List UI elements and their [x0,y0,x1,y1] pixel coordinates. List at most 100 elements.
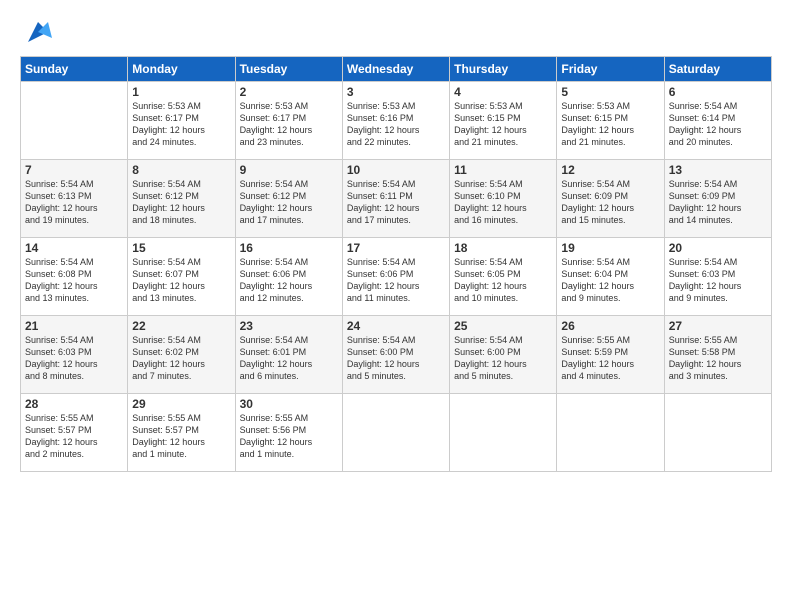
calendar-table: SundayMondayTuesdayWednesdayThursdayFrid… [20,56,772,472]
day-info: Sunrise: 5:55 AM Sunset: 5:57 PM Dayligh… [132,412,230,461]
day-info: Sunrise: 5:54 AM Sunset: 6:04 PM Dayligh… [561,256,659,305]
calendar-cell [557,394,664,472]
calendar-cell [664,394,771,472]
day-info: Sunrise: 5:53 AM Sunset: 6:15 PM Dayligh… [454,100,552,149]
day-info: Sunrise: 5:54 AM Sunset: 6:05 PM Dayligh… [454,256,552,305]
day-info: Sunrise: 5:53 AM Sunset: 6:17 PM Dayligh… [132,100,230,149]
day-info: Sunrise: 5:54 AM Sunset: 6:12 PM Dayligh… [132,178,230,227]
day-info: Sunrise: 5:54 AM Sunset: 6:14 PM Dayligh… [669,100,767,149]
day-number: 6 [669,85,767,99]
calendar-header-saturday: Saturday [664,57,771,82]
day-number: 22 [132,319,230,333]
day-number: 29 [132,397,230,411]
day-number: 23 [240,319,338,333]
logo-icon [24,18,52,46]
day-info: Sunrise: 5:55 AM Sunset: 5:58 PM Dayligh… [669,334,767,383]
day-number: 12 [561,163,659,177]
calendar-cell [342,394,449,472]
day-number: 20 [669,241,767,255]
day-info: Sunrise: 5:54 AM Sunset: 6:06 PM Dayligh… [347,256,445,305]
calendar-cell [21,82,128,160]
day-info: Sunrise: 5:54 AM Sunset: 6:07 PM Dayligh… [132,256,230,305]
day-info: Sunrise: 5:54 AM Sunset: 6:10 PM Dayligh… [454,178,552,227]
calendar-cell: 30Sunrise: 5:55 AM Sunset: 5:56 PM Dayli… [235,394,342,472]
day-number: 28 [25,397,123,411]
day-info: Sunrise: 5:54 AM Sunset: 6:09 PM Dayligh… [669,178,767,227]
calendar-cell: 23Sunrise: 5:54 AM Sunset: 6:01 PM Dayli… [235,316,342,394]
day-number: 21 [25,319,123,333]
day-number: 18 [454,241,552,255]
day-number: 24 [347,319,445,333]
day-info: Sunrise: 5:54 AM Sunset: 6:13 PM Dayligh… [25,178,123,227]
calendar-cell: 26Sunrise: 5:55 AM Sunset: 5:59 PM Dayli… [557,316,664,394]
calendar-cell: 15Sunrise: 5:54 AM Sunset: 6:07 PM Dayli… [128,238,235,316]
calendar-cell: 25Sunrise: 5:54 AM Sunset: 6:00 PM Dayli… [450,316,557,394]
day-number: 30 [240,397,338,411]
day-number: 16 [240,241,338,255]
day-number: 5 [561,85,659,99]
calendar-cell: 12Sunrise: 5:54 AM Sunset: 6:09 PM Dayli… [557,160,664,238]
day-number: 10 [347,163,445,177]
day-info: Sunrise: 5:54 AM Sunset: 6:08 PM Dayligh… [25,256,123,305]
day-info: Sunrise: 5:54 AM Sunset: 6:01 PM Dayligh… [240,334,338,383]
calendar-cell: 13Sunrise: 5:54 AM Sunset: 6:09 PM Dayli… [664,160,771,238]
calendar-cell: 11Sunrise: 5:54 AM Sunset: 6:10 PM Dayli… [450,160,557,238]
calendar-cell: 8Sunrise: 5:54 AM Sunset: 6:12 PM Daylig… [128,160,235,238]
calendar-cell: 1Sunrise: 5:53 AM Sunset: 6:17 PM Daylig… [128,82,235,160]
day-number: 13 [669,163,767,177]
day-info: Sunrise: 5:54 AM Sunset: 6:03 PM Dayligh… [25,334,123,383]
calendar-cell: 7Sunrise: 5:54 AM Sunset: 6:13 PM Daylig… [21,160,128,238]
calendar-header-thursday: Thursday [450,57,557,82]
day-number: 7 [25,163,123,177]
day-info: Sunrise: 5:55 AM Sunset: 5:56 PM Dayligh… [240,412,338,461]
day-number: 17 [347,241,445,255]
calendar-cell: 10Sunrise: 5:54 AM Sunset: 6:11 PM Dayli… [342,160,449,238]
day-info: Sunrise: 5:54 AM Sunset: 6:11 PM Dayligh… [347,178,445,227]
logo [20,18,52,46]
calendar-cell: 28Sunrise: 5:55 AM Sunset: 5:57 PM Dayli… [21,394,128,472]
day-number: 25 [454,319,552,333]
day-number: 9 [240,163,338,177]
calendar-cell: 16Sunrise: 5:54 AM Sunset: 6:06 PM Dayli… [235,238,342,316]
day-number: 27 [669,319,767,333]
calendar-cell: 20Sunrise: 5:54 AM Sunset: 6:03 PM Dayli… [664,238,771,316]
calendar-header-row: SundayMondayTuesdayWednesdayThursdayFrid… [21,57,772,82]
page: SundayMondayTuesdayWednesdayThursdayFrid… [0,0,792,612]
day-number: 4 [454,85,552,99]
calendar-row: 21Sunrise: 5:54 AM Sunset: 6:03 PM Dayli… [21,316,772,394]
calendar-row: 7Sunrise: 5:54 AM Sunset: 6:13 PM Daylig… [21,160,772,238]
day-info: Sunrise: 5:55 AM Sunset: 5:57 PM Dayligh… [25,412,123,461]
day-info: Sunrise: 5:55 AM Sunset: 5:59 PM Dayligh… [561,334,659,383]
day-number: 2 [240,85,338,99]
calendar-cell: 29Sunrise: 5:55 AM Sunset: 5:57 PM Dayli… [128,394,235,472]
day-number: 26 [561,319,659,333]
calendar-cell: 6Sunrise: 5:54 AM Sunset: 6:14 PM Daylig… [664,82,771,160]
header [20,18,772,46]
day-number: 1 [132,85,230,99]
calendar-row: 14Sunrise: 5:54 AM Sunset: 6:08 PM Dayli… [21,238,772,316]
calendar-header-monday: Monday [128,57,235,82]
day-info: Sunrise: 5:54 AM Sunset: 6:02 PM Dayligh… [132,334,230,383]
calendar-cell: 4Sunrise: 5:53 AM Sunset: 6:15 PM Daylig… [450,82,557,160]
day-number: 8 [132,163,230,177]
day-number: 3 [347,85,445,99]
day-info: Sunrise: 5:54 AM Sunset: 6:06 PM Dayligh… [240,256,338,305]
calendar-cell: 24Sunrise: 5:54 AM Sunset: 6:00 PM Dayli… [342,316,449,394]
calendar-header-wednesday: Wednesday [342,57,449,82]
day-info: Sunrise: 5:54 AM Sunset: 6:00 PM Dayligh… [454,334,552,383]
day-info: Sunrise: 5:54 AM Sunset: 6:09 PM Dayligh… [561,178,659,227]
calendar-cell: 5Sunrise: 5:53 AM Sunset: 6:15 PM Daylig… [557,82,664,160]
calendar-row: 28Sunrise: 5:55 AM Sunset: 5:57 PM Dayli… [21,394,772,472]
calendar-cell: 9Sunrise: 5:54 AM Sunset: 6:12 PM Daylig… [235,160,342,238]
day-info: Sunrise: 5:53 AM Sunset: 6:16 PM Dayligh… [347,100,445,149]
calendar-cell: 19Sunrise: 5:54 AM Sunset: 6:04 PM Dayli… [557,238,664,316]
calendar-header-tuesday: Tuesday [235,57,342,82]
day-number: 15 [132,241,230,255]
calendar-cell: 2Sunrise: 5:53 AM Sunset: 6:17 PM Daylig… [235,82,342,160]
calendar-cell [450,394,557,472]
calendar-cell: 3Sunrise: 5:53 AM Sunset: 6:16 PM Daylig… [342,82,449,160]
day-number: 19 [561,241,659,255]
calendar-header-sunday: Sunday [21,57,128,82]
calendar-row: 1Sunrise: 5:53 AM Sunset: 6:17 PM Daylig… [21,82,772,160]
day-info: Sunrise: 5:53 AM Sunset: 6:15 PM Dayligh… [561,100,659,149]
